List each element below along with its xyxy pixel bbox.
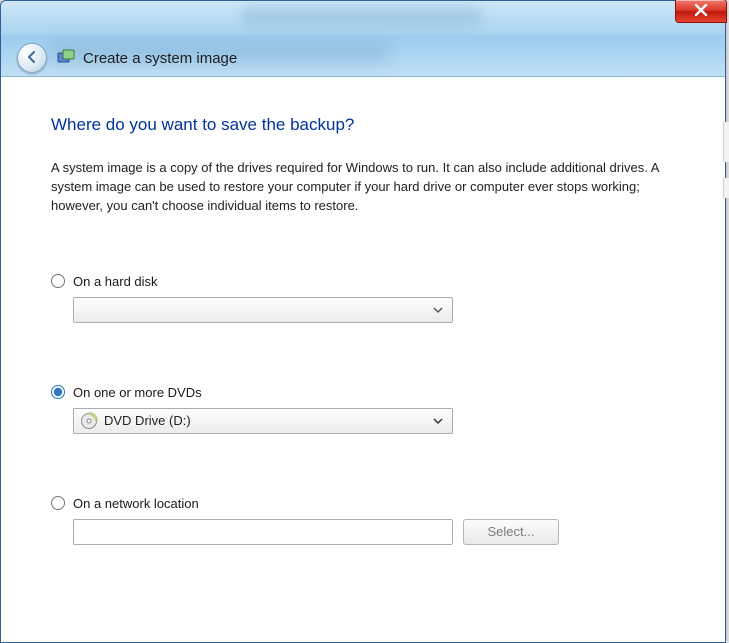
network-path-input[interactable] xyxy=(73,519,453,545)
dvd-dropdown[interactable]: DVD Drive (D:) xyxy=(73,408,453,434)
page-description: A system image is a copy of the drives r… xyxy=(51,159,661,216)
option-network-row[interactable]: On a network location xyxy=(51,496,675,511)
option-hard-disk: On a hard disk xyxy=(51,274,675,323)
dvd-dropdown-value: DVD Drive (D:) xyxy=(104,413,191,428)
wizard-title: Create a system image xyxy=(83,50,237,67)
wizard-window: Create a system image Where do you want … xyxy=(0,0,726,643)
wizard-body: Where do you want to save the backup? A … xyxy=(7,77,719,640)
network-select-button[interactable]: Select... xyxy=(463,519,559,545)
page-heading: Where do you want to save the backup? xyxy=(51,115,675,135)
close-icon xyxy=(694,4,708,19)
hard-disk-dropdown[interactable] xyxy=(73,297,453,323)
chevron-down-icon xyxy=(428,411,448,431)
disc-icon xyxy=(80,412,98,430)
network-input-row: Select... xyxy=(51,519,675,545)
option-dvd: On one or more DVDs DVD Drive (D:) xyxy=(51,385,675,434)
option-hard-disk-row[interactable]: On a hard disk xyxy=(51,274,675,289)
wizard-title-row: Create a system image xyxy=(57,49,237,67)
close-button[interactable] xyxy=(675,0,727,23)
radio-hard-disk[interactable] xyxy=(51,274,65,288)
parent-window-title-blur xyxy=(241,7,481,25)
option-dvd-label: On one or more DVDs xyxy=(73,385,202,400)
option-hard-disk-label: On a hard disk xyxy=(73,274,158,289)
option-network: On a network location Select... xyxy=(51,496,675,545)
window-header: Create a system image xyxy=(1,1,725,77)
system-image-icon xyxy=(57,49,75,67)
radio-dvd[interactable] xyxy=(51,385,65,399)
background-artifact xyxy=(723,122,729,162)
back-button[interactable] xyxy=(17,43,47,73)
chevron-down-icon xyxy=(428,300,448,320)
option-network-label: On a network location xyxy=(73,496,199,511)
radio-network[interactable] xyxy=(51,496,65,510)
background-artifact xyxy=(723,178,729,198)
back-arrow-icon xyxy=(24,49,40,68)
option-dvd-row[interactable]: On one or more DVDs xyxy=(51,385,675,400)
